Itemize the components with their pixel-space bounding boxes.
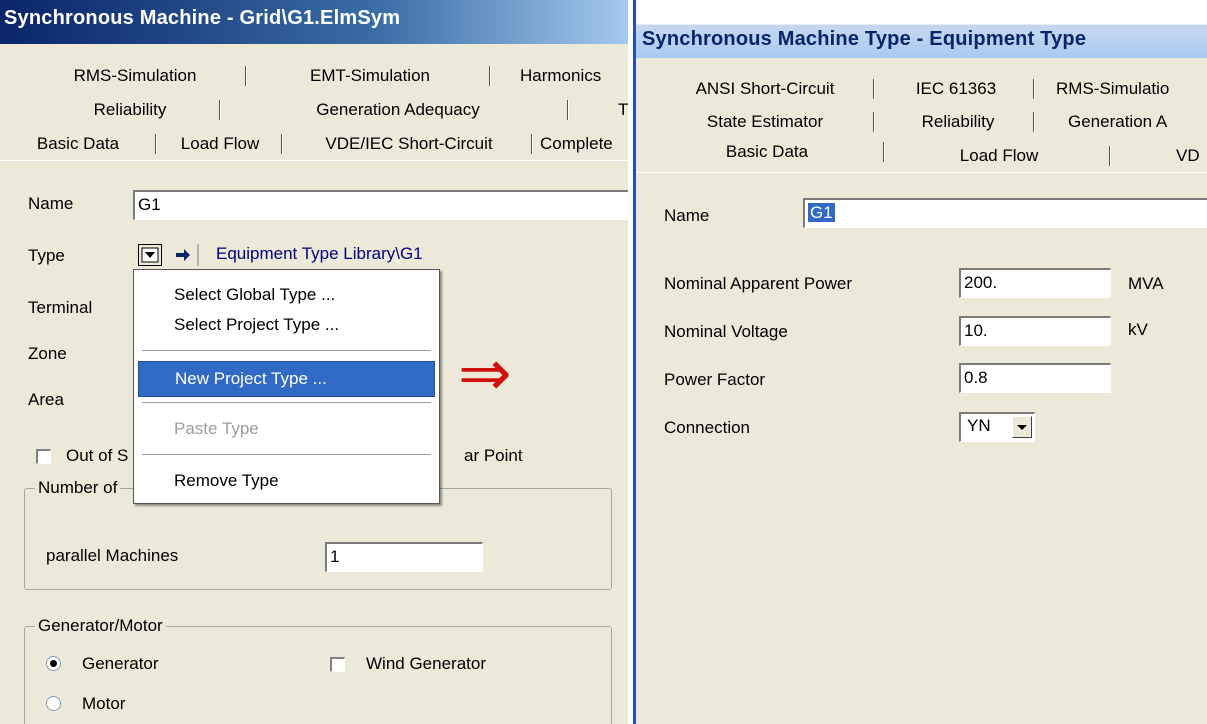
left-window-title: Synchronous Machine - Grid\G1.ElmSym xyxy=(4,7,401,29)
tab-generation-adequacy[interactable]: Generation Adequacy xyxy=(228,96,568,124)
generator-radio[interactable] xyxy=(46,656,61,671)
tab-load-flow[interactable]: Load Flow xyxy=(158,130,282,158)
tab-basic-data-type[interactable]: Basic Data xyxy=(650,138,884,166)
left-tab-row-3: Basic Data Load Flow VDE/IEC Short-Circu… xyxy=(0,130,632,158)
zone-label: Zone xyxy=(28,344,67,363)
nominal-apparent-power-unit: MVA xyxy=(1128,274,1164,293)
generator-motor-legend: Generator/Motor xyxy=(35,616,166,636)
star-point-label: ar Point xyxy=(464,446,523,465)
wind-generator-label: Wind Generator xyxy=(366,654,486,673)
tab-generation-a[interactable]: Generation A xyxy=(1068,108,1207,136)
tab-panel-border xyxy=(0,160,632,161)
synchronous-machine-type-window: Synchronous Machine Type - Equipment Typ… xyxy=(633,0,1207,724)
menu-new-project-type[interactable]: New Project Type ... xyxy=(138,361,435,397)
nominal-apparent-power-label: Nominal Apparent Power xyxy=(664,274,853,293)
left-title-bar[interactable]: Synchronous Machine - Grid\G1.ElmSym xyxy=(0,0,632,44)
type-dropdown-button[interactable] xyxy=(138,244,162,266)
type-name-field[interactable]: G1 xyxy=(803,198,1207,228)
generator-label: Generator xyxy=(82,654,159,673)
type-context-menu: Select Global Type ... Select Project Ty… xyxy=(133,269,440,504)
chevron-down-icon xyxy=(141,247,159,263)
area-label: Area xyxy=(28,390,64,409)
wind-generator-checkbox[interactable] xyxy=(330,657,345,672)
left-tab-row-1: RMS-Simulation EMT-Simulation Harmonics xyxy=(0,62,632,90)
nominal-voltage-field[interactable]: 10. xyxy=(959,316,1111,346)
menu-separator xyxy=(142,454,431,456)
right-tab-panel-border xyxy=(636,172,1207,173)
tab-rms-simulation[interactable]: RMS-Simulation xyxy=(24,62,246,90)
parallel-machines-field[interactable]: 1 xyxy=(325,542,483,572)
arrow-right-icon xyxy=(176,244,199,266)
menu-select-project-type[interactable]: Select Project Type ... xyxy=(138,308,435,342)
tab-harmonics[interactable]: Harmonics xyxy=(520,62,632,90)
terminal-label: Terminal xyxy=(28,298,93,317)
type-name-value: G1 xyxy=(808,203,835,222)
tab-emt-simulation[interactable]: EMT-Simulation xyxy=(250,62,490,90)
connection-select[interactable]: YN xyxy=(959,412,1035,442)
tab-basic-data[interactable]: Basic Data xyxy=(0,130,156,158)
type-link[interactable]: Equipment Type Library\G1 xyxy=(216,244,423,264)
tab-iec-61363[interactable]: IEC 61363 xyxy=(878,75,1034,103)
name-label: Name xyxy=(28,194,74,213)
power-factor-label: Power Factor xyxy=(664,370,766,389)
motor-label: Motor xyxy=(82,694,126,713)
out-of-service-label: Out of S xyxy=(66,446,129,465)
tab-vd[interactable]: VD xyxy=(1176,142,1207,170)
tab-state-estimator[interactable]: State Estimator xyxy=(656,108,874,136)
tab-reliability-type[interactable]: Reliability xyxy=(882,108,1034,136)
type-name-label: Name xyxy=(664,206,710,225)
tab-reliability[interactable]: Reliability xyxy=(40,96,220,124)
nominal-apparent-power-field[interactable]: 200. xyxy=(959,268,1111,298)
right-tab-row-3: Basic Data Load Flow VD xyxy=(636,142,1207,170)
left-tab-row-2: Reliability Generation Adequacy T xyxy=(0,96,632,124)
tab-vde-iec-short-circuit[interactable]: VDE/IEC Short-Circuit xyxy=(286,130,532,158)
annotation-arrow: ⇒ xyxy=(458,337,512,411)
connection-value: YN xyxy=(967,416,991,435)
tab-complete[interactable]: Complete xyxy=(540,130,632,158)
menu-paste-type[interactable]: Paste Type xyxy=(138,412,435,446)
type-label: Type xyxy=(28,246,65,265)
right-tab-row-1: ANSI Short-Circuit IEC 61363 RMS-Simulat… xyxy=(636,75,1207,103)
out-of-service-checkbox[interactable] xyxy=(36,449,51,464)
right-window-title: Synchronous Machine Type - Equipment Typ… xyxy=(642,28,1087,50)
menu-separator xyxy=(142,350,431,352)
number-of-legend: Number of xyxy=(35,478,121,498)
tab-rms-simulatio[interactable]: RMS-Simulatio xyxy=(1056,75,1207,103)
menu-separator xyxy=(142,402,431,404)
chevron-down-icon xyxy=(1017,425,1027,430)
parallel-machines-label: parallel Machines xyxy=(46,546,179,565)
right-title-bar[interactable]: Synchronous Machine Type - Equipment Typ… xyxy=(636,0,1207,58)
nominal-voltage-unit: kV xyxy=(1128,320,1148,339)
nominal-voltage-label: Nominal Voltage xyxy=(664,322,788,341)
tab-load-flow-type[interactable]: Load Flow xyxy=(888,142,1110,170)
tab-ansi-short-circuit[interactable]: ANSI Short-Circuit xyxy=(656,75,874,103)
type-jump-button[interactable] xyxy=(170,244,200,266)
connection-label: Connection xyxy=(664,418,751,437)
power-factor-field[interactable]: 0.8 xyxy=(959,363,1111,393)
connection-dropdown-button[interactable] xyxy=(1012,416,1032,438)
motor-radio[interactable] xyxy=(46,696,61,711)
menu-select-global-type[interactable]: Select Global Type ... xyxy=(138,278,435,312)
name-field[interactable]: G1 xyxy=(133,190,632,220)
menu-remove-type[interactable]: Remove Type xyxy=(138,464,435,498)
right-tab-row-2: State Estimator Reliability Generation A xyxy=(636,108,1207,136)
